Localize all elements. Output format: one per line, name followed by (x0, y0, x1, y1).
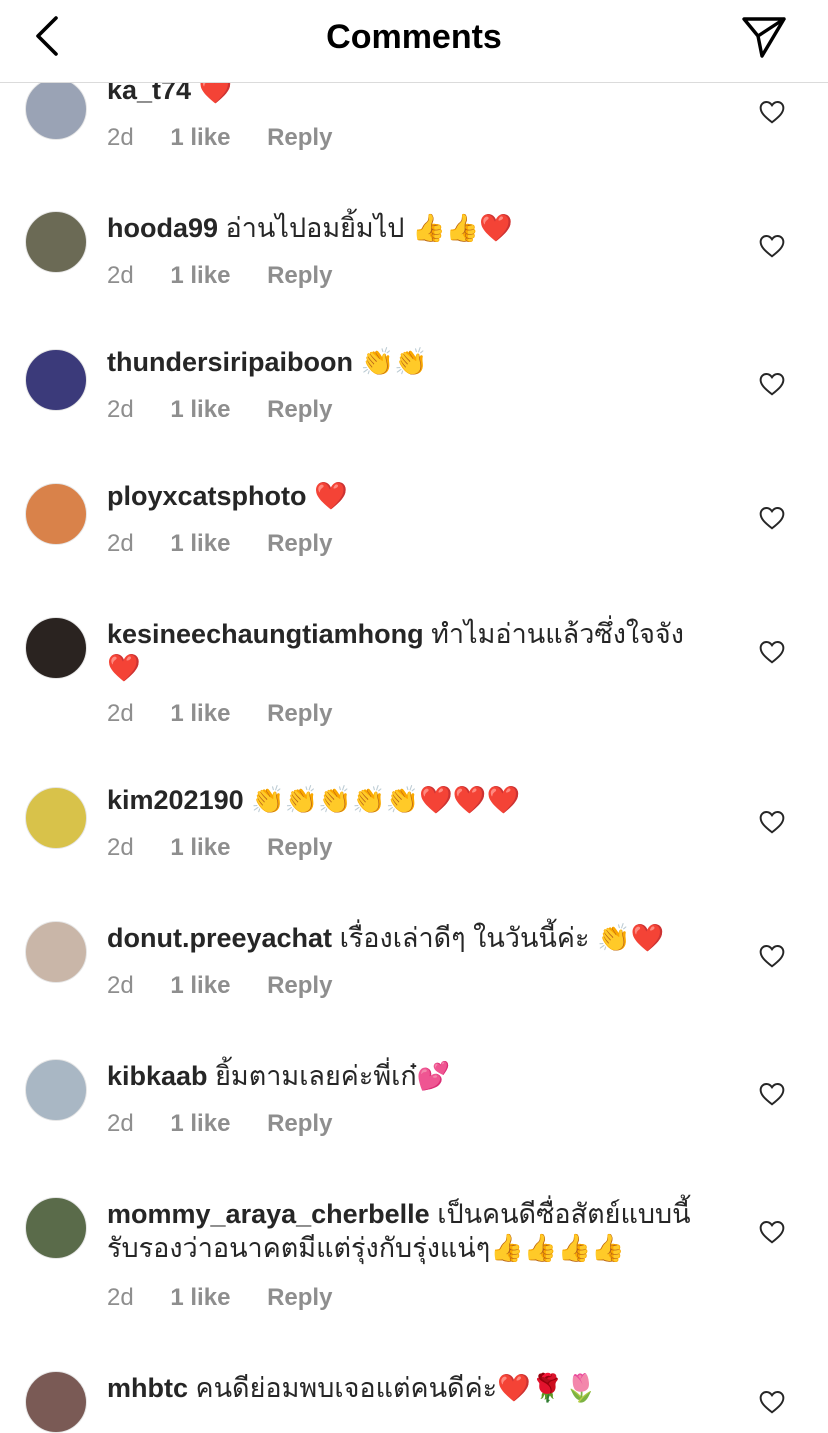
comment-meta: 2d 1 like Reply (107, 700, 362, 728)
reply-button[interactable]: Reply (267, 834, 332, 861)
heart-icon[interactable] (759, 1390, 785, 1414)
paper-plane-icon[interactable] (740, 14, 788, 60)
comment-body: hooda99 อ่านไปอมยิ้มไป 👍👍❤️ (107, 211, 717, 245)
comment-body: kim202190 👏👏👏👏👏❤️❤️❤️ (107, 783, 717, 817)
comment-username[interactable]: mhbtc (107, 1373, 188, 1403)
comment-time: 2d (107, 124, 134, 151)
comment-likes[interactable]: 1 like (170, 972, 230, 999)
comment-body: kibkaab ยิ้มตามเลยค่ะพี่เก๋💕 (107, 1059, 717, 1093)
comment-text: 👏👏👏👏👏❤️❤️❤️ (251, 785, 521, 815)
comment-username[interactable]: thundersiripaiboon (107, 347, 353, 377)
reply-button[interactable]: Reply (267, 124, 332, 151)
comment-text: อ่านไปอมยิ้มไป 👍👍❤️ (225, 213, 513, 243)
heart-icon[interactable] (759, 506, 785, 530)
heart-icon[interactable] (759, 1082, 785, 1106)
comment-text: เรื่องเล่าดีๆ ในวันนี้ค่ะ 👏❤️ (339, 923, 665, 953)
reply-button[interactable]: Reply (267, 1110, 332, 1137)
comment-likes[interactable]: 1 like (170, 396, 230, 423)
comment-meta: 2d 1 like Reply (107, 1284, 362, 1312)
comment-username[interactable]: kesineechaungtiamhong (107, 619, 424, 649)
avatar[interactable] (25, 483, 87, 545)
comment-text: ยิ้มตามเลยค่ะพี่เก๋💕 (215, 1061, 451, 1091)
comment-text: ❤️ (314, 481, 348, 511)
comment-body: mommy_araya_cherbelle เป็นคนดีซื่อสัตย์แ… (107, 1197, 717, 1265)
comment-meta: 2d 1 like Reply (107, 972, 362, 1000)
comment-time: 2d (107, 530, 134, 557)
comment-meta: 2d 1 like Reply (107, 262, 362, 290)
comment-username[interactable]: kibkaab (107, 1061, 208, 1091)
comment-likes[interactable]: 1 like (170, 700, 230, 727)
avatar[interactable] (25, 1059, 87, 1121)
comment-time: 2d (107, 396, 134, 423)
comment-likes[interactable]: 1 like (170, 124, 230, 151)
comment-body: kesineechaungtiamhong ทำไมอ่านแล้วซึ่งใจ… (107, 617, 707, 685)
comment-time: 2d (107, 262, 134, 289)
heart-icon[interactable] (759, 810, 785, 834)
heart-icon[interactable] (759, 944, 785, 968)
comment-list[interactable]: ka_t74 ❤️ 2d 1 like Reply hooda99 อ่านไป… (0, 0, 828, 1433)
comment-likes[interactable]: 1 like (170, 1284, 230, 1311)
reply-button[interactable]: Reply (267, 262, 332, 289)
avatar[interactable] (25, 1197, 87, 1259)
comment-body: thundersiripaiboon 👏👏 (107, 345, 717, 379)
reply-button[interactable]: Reply (267, 396, 332, 423)
comment-likes[interactable]: 1 like (170, 262, 230, 289)
comment-time: 2d (107, 700, 134, 727)
comment-time: 2d (107, 972, 134, 999)
avatar[interactable] (25, 1371, 87, 1433)
comment-likes[interactable]: 1 like (170, 834, 230, 861)
avatar[interactable] (25, 211, 87, 273)
comment-username[interactable]: kim202190 (107, 785, 244, 815)
comment-body: donut.preeyachat เรื่องเล่าดีๆ ในวันนี้ค… (107, 921, 717, 955)
comment-body: mhbtc คนดีย่อมพบเจอแต่คนดีค่ะ❤️🌹🌷 (107, 1371, 717, 1405)
comment-text: คนดีย่อมพบเจอแต่คนดีค่ะ❤️🌹🌷 (195, 1373, 599, 1403)
comment-meta: 2d 1 like Reply (107, 834, 362, 862)
reply-button[interactable]: Reply (267, 972, 332, 999)
comment-username[interactable]: hooda99 (107, 213, 218, 243)
comment-username[interactable]: ployxcatsphoto (107, 481, 307, 511)
comment-meta: 2d 1 like Reply (107, 396, 362, 424)
comment-likes[interactable]: 1 like (170, 530, 230, 557)
comment-time: 2d (107, 1110, 134, 1137)
comment-username[interactable]: mommy_araya_cherbelle (107, 1199, 430, 1229)
heart-icon[interactable] (759, 640, 785, 664)
comment-likes[interactable]: 1 like (170, 1110, 230, 1137)
heart-icon[interactable] (759, 100, 785, 124)
avatar[interactable] (25, 787, 87, 849)
comment-meta: 2d 1 like Reply (107, 124, 362, 152)
reply-button[interactable]: Reply (267, 530, 332, 557)
avatar[interactable] (25, 617, 87, 679)
avatar[interactable] (25, 78, 87, 140)
avatar[interactable] (25, 921, 87, 983)
comment-username[interactable]: donut.preeyachat (107, 923, 332, 953)
comment-meta: 2d 1 like Reply (107, 1110, 362, 1138)
heart-icon[interactable] (759, 372, 785, 396)
avatar[interactable] (25, 349, 87, 411)
comment-body: ployxcatsphoto ❤️ (107, 479, 717, 513)
comment-text: 👏👏 (360, 347, 428, 377)
heart-icon[interactable] (759, 234, 785, 258)
top-nav-bar: Comments (0, 0, 828, 83)
reply-button[interactable]: Reply (267, 1284, 332, 1311)
reply-button[interactable]: Reply (267, 700, 332, 727)
comment-meta: 2d 1 like Reply (107, 530, 362, 558)
comment-time: 2d (107, 834, 134, 861)
heart-icon[interactable] (759, 1220, 785, 1244)
page-title: Comments (326, 18, 502, 56)
comment-time: 2d (107, 1284, 134, 1311)
